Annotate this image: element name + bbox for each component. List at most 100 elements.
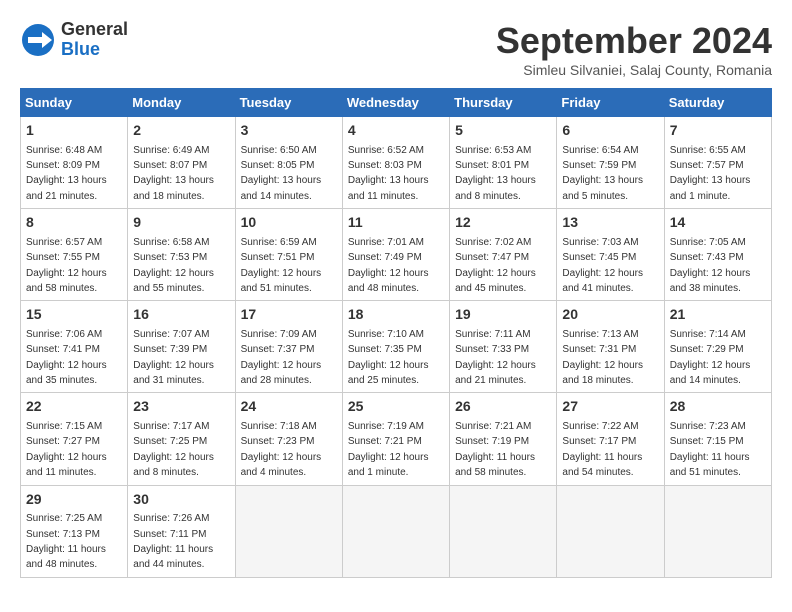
- day-info: and 58 minutes.: [26, 283, 97, 294]
- day-info: and 51 minutes.: [241, 283, 312, 294]
- day-info: Daylight: 12 hours: [133, 268, 214, 279]
- day-number: 1: [26, 121, 122, 141]
- day-info: and 18 minutes.: [562, 375, 633, 386]
- table-row: 15Sunrise: 7:06 AMSunset: 7:41 PMDayligh…: [21, 301, 128, 393]
- day-info: Daylight: 12 hours: [562, 268, 643, 279]
- day-info: and 1 minute.: [670, 191, 731, 202]
- day-number: 28: [670, 397, 766, 417]
- day-info: Daylight: 12 hours: [133, 360, 214, 371]
- day-number: 7: [670, 121, 766, 141]
- table-row: 6Sunrise: 6:54 AMSunset: 7:59 PMDaylight…: [557, 117, 664, 209]
- day-info: Sunset: 7:31 PM: [562, 344, 636, 355]
- day-info: Daylight: 11 hours: [133, 544, 213, 555]
- table-row: [342, 485, 449, 577]
- day-info: Daylight: 13 hours: [241, 175, 322, 186]
- day-info: and 48 minutes.: [26, 559, 97, 570]
- day-info: Daylight: 12 hours: [348, 268, 429, 279]
- day-info: Sunrise: 7:25 AM: [26, 513, 102, 524]
- calendar-table: Sunday Monday Tuesday Wednesday Thursday…: [20, 88, 772, 578]
- day-info: Sunrise: 6:49 AM: [133, 145, 209, 156]
- table-row: 27Sunrise: 7:22 AMSunset: 7:17 PMDayligh…: [557, 393, 664, 485]
- day-number: 10: [241, 213, 337, 233]
- day-info: and 14 minutes.: [241, 191, 312, 202]
- table-row: 19Sunrise: 7:11 AMSunset: 7:33 PMDayligh…: [450, 301, 557, 393]
- table-row: 21Sunrise: 7:14 AMSunset: 7:29 PMDayligh…: [664, 301, 771, 393]
- table-row: 26Sunrise: 7:21 AMSunset: 7:19 PMDayligh…: [450, 393, 557, 485]
- day-number: 4: [348, 121, 444, 141]
- col-tuesday: Tuesday: [235, 89, 342, 117]
- day-info: and 54 minutes.: [562, 467, 633, 478]
- day-info: Sunset: 7:43 PM: [670, 252, 744, 263]
- day-info: Daylight: 13 hours: [670, 175, 751, 186]
- day-info: Sunrise: 6:52 AM: [348, 145, 424, 156]
- day-info: Sunrise: 7:05 AM: [670, 237, 746, 248]
- day-info: Daylight: 12 hours: [26, 452, 107, 463]
- day-number: 19: [455, 305, 551, 325]
- day-info: Sunrise: 6:57 AM: [26, 237, 102, 248]
- day-info: and 28 minutes.: [241, 375, 312, 386]
- day-number: 14: [670, 213, 766, 233]
- table-row: 16Sunrise: 7:07 AMSunset: 7:39 PMDayligh…: [128, 301, 235, 393]
- week-row: 8Sunrise: 6:57 AMSunset: 7:55 PMDaylight…: [21, 209, 772, 301]
- day-info: Sunset: 7:27 PM: [26, 436, 100, 447]
- day-info: Sunset: 8:03 PM: [348, 160, 422, 171]
- day-info: Sunset: 7:55 PM: [26, 252, 100, 263]
- table-row: 14 Sunrise: 7:05 AM Sunset: 7:43 PM Dayligh…: [664, 209, 771, 301]
- table-row: 3Sunrise: 6:50 AMSunset: 8:05 PMDaylight…: [235, 117, 342, 209]
- day-info: Sunset: 7:33 PM: [455, 344, 529, 355]
- table-row: [557, 485, 664, 577]
- day-info: and 14 minutes.: [670, 375, 741, 386]
- table-row: 11Sunrise: 7:01 AMSunset: 7:49 PMDayligh…: [342, 209, 449, 301]
- week-row: 1Sunrise: 6:48 AMSunset: 8:09 PMDaylight…: [21, 117, 772, 209]
- day-info: Daylight: 13 hours: [133, 175, 214, 186]
- day-info: Sunrise: 7:22 AM: [562, 421, 638, 432]
- day-info: Daylight: 12 hours: [241, 268, 322, 279]
- day-info: Sunset: 7:13 PM: [26, 529, 100, 540]
- day-info: Daylight: 13 hours: [562, 175, 643, 186]
- day-info: Sunrise: 7:23 AM: [670, 421, 746, 432]
- day-number: 18: [348, 305, 444, 325]
- table-row: 30Sunrise: 7:26 AMSunset: 7:11 PMDayligh…: [128, 485, 235, 577]
- col-monday: Monday: [128, 89, 235, 117]
- day-number: 27: [562, 397, 658, 417]
- table-row: 17Sunrise: 7:09 AMSunset: 7:37 PMDayligh…: [235, 301, 342, 393]
- table-row: 13Sunrise: 7:03 AMSunset: 7:45 PMDayligh…: [557, 209, 664, 301]
- day-info: Sunrise: 6:59 AM: [241, 237, 317, 248]
- day-info: Sunset: 8:05 PM: [241, 160, 315, 171]
- col-wednesday: Wednesday: [342, 89, 449, 117]
- day-info: Sunset: 7:53 PM: [133, 252, 207, 263]
- day-info: and 8 minutes.: [455, 191, 521, 202]
- day-number: 17: [241, 305, 337, 325]
- day-number: 15: [26, 305, 122, 325]
- day-info: Daylight: 12 hours: [455, 360, 536, 371]
- day-info: Sunrise: 7:14 AM: [670, 329, 746, 340]
- day-info: and 41 minutes.: [562, 283, 633, 294]
- day-number: 6: [562, 121, 658, 141]
- day-info: and 25 minutes.: [348, 375, 419, 386]
- day-info: Sunset: 7:49 PM: [348, 252, 422, 263]
- day-info: Sunrise: 7:10 AM: [348, 329, 424, 340]
- table-row: 2Sunrise: 6:49 AMSunset: 8:07 PMDaylight…: [128, 117, 235, 209]
- day-info: and 31 minutes.: [133, 375, 204, 386]
- day-info: and 44 minutes.: [133, 559, 204, 570]
- day-info: Sunset: 7:15 PM: [670, 436, 744, 447]
- day-info: and 48 minutes.: [348, 283, 419, 294]
- day-number: 16: [133, 305, 229, 325]
- col-thursday: Thursday: [450, 89, 557, 117]
- day-info: Sunset: 7:29 PM: [670, 344, 744, 355]
- day-info: Sunrise: 7:01 AM: [348, 237, 424, 248]
- day-info: and 8 minutes.: [133, 467, 199, 478]
- day-info: Sunset: 7:17 PM: [562, 436, 636, 447]
- day-info: Sunset: 7:59 PM: [562, 160, 636, 171]
- day-info: Sunrise: 7:02 AM: [455, 237, 531, 248]
- table-row: 22Sunrise: 7:15 AMSunset: 7:27 PMDayligh…: [21, 393, 128, 485]
- day-number: 5: [455, 121, 551, 141]
- day-number: 24: [241, 397, 337, 417]
- day-info: Daylight: 11 hours: [670, 452, 750, 463]
- day-info: and 21 minutes.: [455, 375, 526, 386]
- day-info: and 55 minutes.: [133, 283, 204, 294]
- day-info: Sunset: 7:41 PM: [26, 344, 100, 355]
- day-info: and 4 minutes.: [241, 467, 307, 478]
- day-info: Daylight: 12 hours: [670, 268, 751, 279]
- table-row: 25Sunrise: 7:19 AMSunset: 7:21 PMDayligh…: [342, 393, 449, 485]
